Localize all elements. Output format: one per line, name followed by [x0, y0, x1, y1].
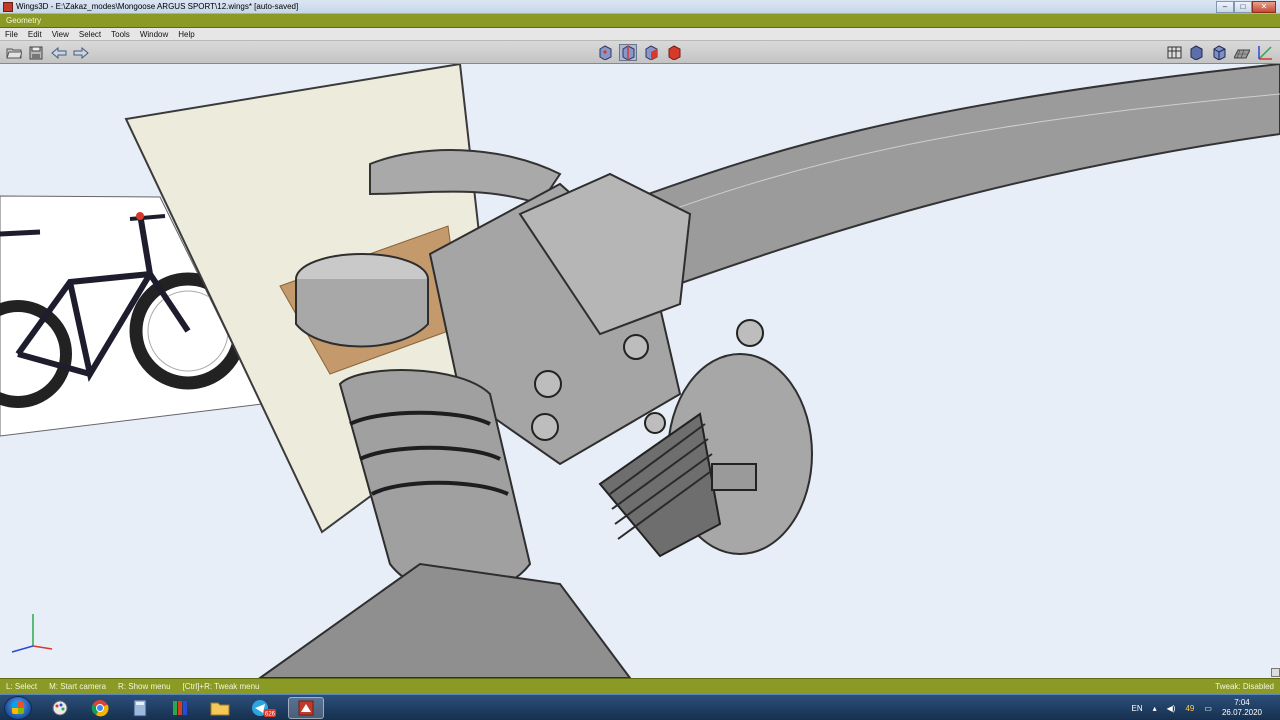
wings3d-icon[interactable] — [288, 697, 324, 719]
tray-expand-icon[interactable]: ▴ — [1153, 704, 1157, 713]
status-bar: L: Select M: Start camera R: Show menu [… — [0, 678, 1280, 694]
calculator-icon[interactable] — [122, 697, 158, 719]
geometry-window-bar[interactable]: Geometry — [0, 14, 1280, 28]
menu-bar: File Edit View Select Tools Window Help — [0, 28, 1280, 41]
open-folder-icon[interactable] — [5, 44, 23, 61]
telegram-badge: 626 — [265, 712, 276, 718]
window-controls: – □ ✕ — [1216, 1, 1276, 13]
flat-shaded-icon[interactable] — [1210, 44, 1228, 61]
windows-taskbar: 626 EN ▴ ◀) 49 ▭ 7:04 26.07.2020 — [0, 694, 1280, 720]
wings3d-app-icon — [3, 2, 13, 12]
system-tray: EN ▴ ◀) 49 ▭ 7:04 26.07.2020 — [1132, 695, 1280, 720]
books-icon[interactable] — [162, 697, 198, 719]
status-left-select: L: Select — [6, 682, 38, 691]
body-mode-icon[interactable] — [665, 44, 683, 61]
explorer-folder-icon[interactable] — [202, 697, 238, 719]
window-titlebar: Wings3D - E:\Zakaz_modes\Mongoose ARGUS … — [0, 0, 1280, 14]
menu-select[interactable]: Select — [74, 28, 106, 40]
geometry-label: Geometry — [6, 16, 42, 25]
clock-time: 7:04 — [1234, 698, 1250, 707]
clock[interactable]: 7:04 26.07.2020 — [1222, 698, 1262, 718]
menu-edit[interactable]: Edit — [23, 28, 47, 40]
icon-toolbar — [0, 41, 1280, 64]
windows-logo-icon — [12, 702, 24, 714]
3d-viewport[interactable] — [0, 64, 1280, 678]
viewport-scene — [0, 64, 1280, 678]
redo-arrow-icon[interactable] — [72, 44, 90, 61]
start-button[interactable] — [4, 696, 32, 720]
axes-icon[interactable] — [1256, 44, 1274, 61]
menu-file[interactable]: File — [0, 28, 23, 40]
minimize-button[interactable]: – — [1216, 1, 1234, 13]
menu-view[interactable]: View — [47, 28, 74, 40]
close-button[interactable]: ✕ — [1252, 1, 1276, 13]
wireframe-toggle-icon[interactable] — [1165, 44, 1183, 61]
window-title: Wings3D - E:\Zakaz_modes\Mongoose ARGUS … — [16, 2, 299, 11]
volume-icon[interactable]: ◀) — [1167, 704, 1176, 713]
save-icon[interactable] — [27, 44, 45, 61]
language-indicator[interactable]: EN — [1132, 704, 1143, 713]
notification-icon[interactable]: ▭ — [1204, 704, 1212, 713]
menu-tools[interactable]: Tools — [106, 28, 135, 40]
status-middle-camera: M: Start camera — [49, 682, 107, 691]
viewport-resize-grip[interactable] — [1271, 668, 1280, 677]
undo-arrow-icon[interactable] — [50, 44, 68, 61]
menu-help[interactable]: Help — [173, 28, 199, 40]
groundplane-icon[interactable] — [1233, 44, 1251, 61]
status-right-menu: R: Show menu — [118, 682, 171, 691]
edge-mode-icon[interactable] — [619, 44, 637, 61]
maximize-button[interactable]: □ — [1234, 1, 1252, 13]
vertex-mode-icon[interactable] — [596, 44, 614, 61]
status-tweak-menu: [Ctrl]+R: Tweak menu — [182, 682, 260, 691]
tweak-status: Tweak: Disabled — [1215, 682, 1274, 691]
paint-icon[interactable] — [42, 697, 78, 719]
chrome-icon[interactable] — [82, 697, 118, 719]
menu-window[interactable]: Window — [135, 28, 173, 40]
smooth-shaded-icon[interactable] — [1187, 44, 1205, 61]
face-mode-icon[interactable] — [642, 44, 660, 61]
telegram-icon[interactable]: 626 — [246, 697, 282, 719]
clock-date: 26.07.2020 — [1221, 708, 1262, 717]
axis-gizmo — [11, 614, 53, 653]
tray-badge[interactable]: 49 — [1185, 704, 1194, 713]
